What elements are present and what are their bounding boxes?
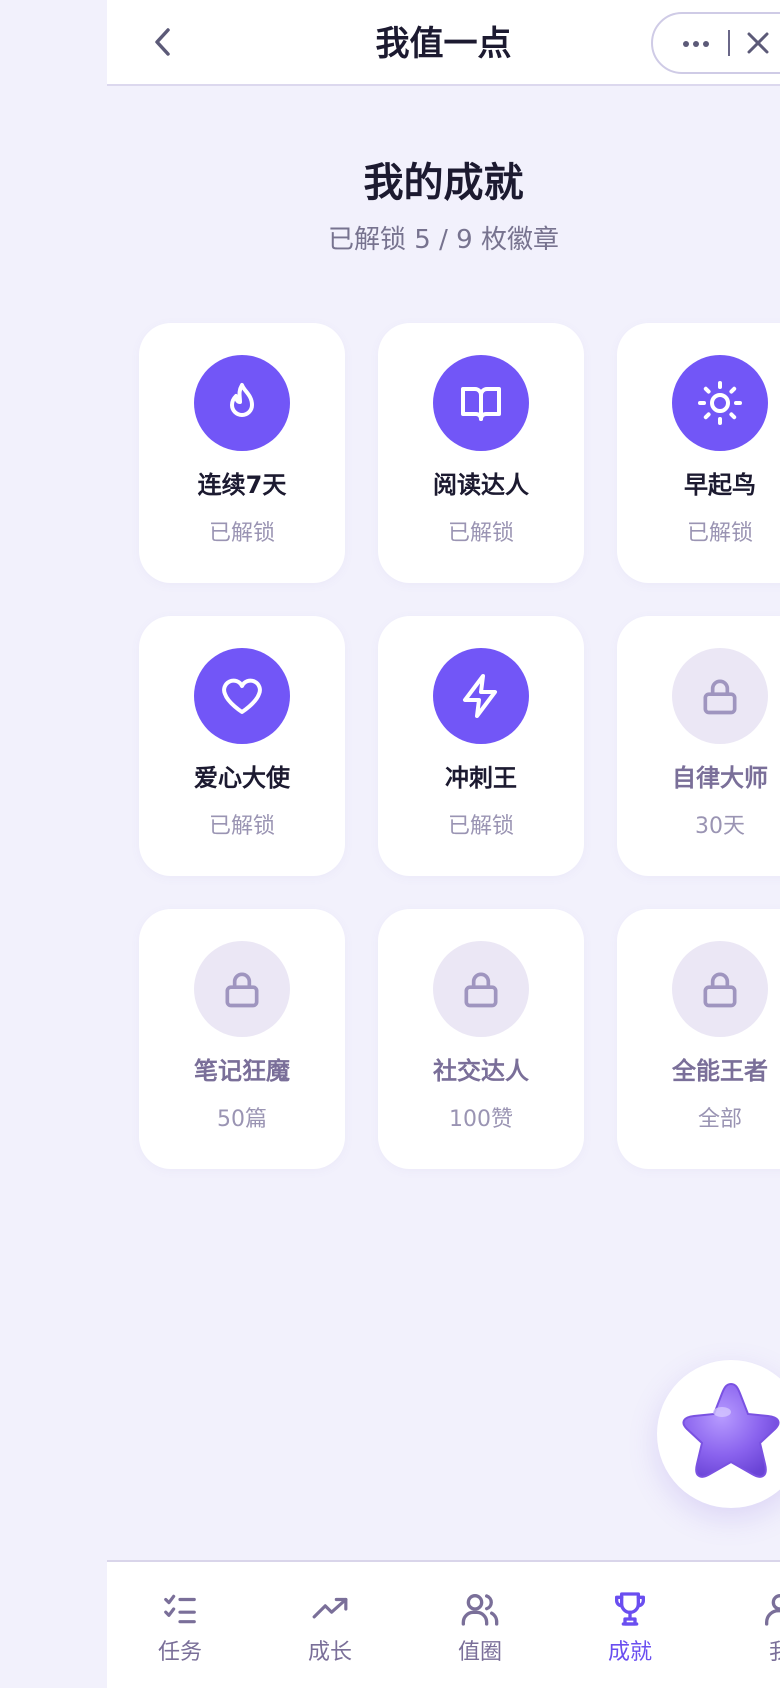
badge-card-sprint-king[interactable]: 冲刺王 已解锁	[378, 616, 584, 876]
badge-card-self-discipline-master[interactable]: 自律大师 30天	[617, 616, 780, 876]
checklist-icon	[164, 1594, 196, 1624]
tab-label: 成就	[607, 1640, 652, 1665]
more-button[interactable]	[683, 34, 709, 58]
tab-label: 我	[768, 1640, 780, 1665]
badge-icon-circle	[194, 941, 290, 1037]
capsule-divider	[728, 30, 730, 56]
book-icon	[461, 387, 501, 421]
badge-status: 已解锁	[686, 521, 753, 546]
user-icon	[765, 1594, 780, 1626]
bottom-tab-bar: 任务 成长 值圈 成就 我	[107, 1560, 780, 1688]
trophy-icon	[615, 1592, 645, 1626]
sun-icon	[698, 381, 742, 425]
badge-status: 已解锁	[208, 814, 275, 839]
badge-name: 阅读达人	[433, 471, 529, 499]
badge-icon-circle	[433, 941, 529, 1037]
tab-growth[interactable]: 成长	[285, 1588, 375, 1668]
star-icon	[682, 1382, 780, 1478]
badge-status: 50篇	[217, 1107, 267, 1132]
badge-card-social-master[interactable]: 社交达人 100赞	[378, 909, 584, 1169]
lightning-icon	[463, 674, 497, 718]
badge-status: 100赞	[449, 1107, 513, 1132]
badge-name: 自律大师	[672, 764, 768, 792]
lock-icon	[703, 679, 737, 715]
badge-icon-circle	[672, 941, 768, 1037]
badge-name: 社交达人	[433, 1057, 529, 1085]
mini-program-capsule	[651, 12, 780, 74]
badge-status: 已解锁	[208, 521, 275, 546]
tab-label: 值圈	[457, 1640, 502, 1665]
flame-icon	[230, 383, 254, 417]
badge-name: 冲刺王	[445, 764, 517, 792]
badge-name: 早起鸟	[684, 471, 756, 499]
page-title: 我的成就	[363, 160, 524, 206]
badge-icon-circle	[194, 648, 290, 744]
badge-icon-circle	[672, 355, 768, 451]
badge-status: 30天	[695, 814, 745, 839]
more-icon	[683, 41, 709, 47]
badge-name: 爱心大使	[194, 764, 290, 792]
badge-card-early-bird[interactable]: 早起鸟 已解锁	[617, 323, 780, 583]
badge-card-note-maniac[interactable]: 笔记狂魔 50篇	[139, 909, 345, 1169]
floating-star-button[interactable]	[657, 1360, 780, 1508]
tab-label: 任务	[157, 1640, 202, 1665]
badge-icon-circle	[672, 648, 768, 744]
badge-status: 已解锁	[447, 814, 514, 839]
badge-icon-circle	[433, 355, 529, 451]
tab-circle[interactable]: 值圈	[435, 1588, 525, 1668]
badge-status: 已解锁	[447, 521, 514, 546]
close-button[interactable]	[746, 31, 770, 59]
app-frame: 我值一点 我的成就 已解锁 5 / 9 枚徽章 连续7天 已解锁 阅读达人 已解…	[107, 0, 780, 1688]
trending-up-icon	[312, 1597, 348, 1619]
close-icon	[747, 32, 769, 54]
users-icon	[461, 1594, 499, 1626]
badge-card-love-ambassador[interactable]: 爱心大使 已解锁	[139, 616, 345, 876]
badge-card-streak-7-days[interactable]: 连续7天 已解锁	[139, 323, 345, 583]
heart-icon	[222, 678, 262, 714]
badge-name: 全能王者	[672, 1057, 768, 1085]
lock-icon	[464, 972, 498, 1008]
lock-icon	[225, 972, 259, 1008]
navigation-bar: 我值一点	[107, 0, 780, 86]
tab-me[interactable]: 我	[735, 1588, 780, 1668]
lock-icon	[703, 972, 737, 1008]
badge-card-all-round-king[interactable]: 全能王者 全部	[617, 909, 780, 1169]
badge-name: 笔记狂魔	[194, 1057, 290, 1085]
badge-icon-circle	[194, 355, 290, 451]
tab-label: 成长	[307, 1640, 352, 1665]
badge-grid: 连续7天 已解锁 阅读达人 已解锁 早起鸟 已解锁 爱心大使 已解锁 冲刺王 已…	[139, 323, 780, 1169]
badge-card-reading-master[interactable]: 阅读达人 已解锁	[378, 323, 584, 583]
badge-name: 连续7天	[197, 471, 287, 499]
unlock-summary: 已解锁 5 / 9 枚徽章	[328, 225, 559, 255]
tab-tasks[interactable]: 任务	[135, 1588, 225, 1668]
tab-achievements[interactable]: 成就	[585, 1588, 675, 1668]
badge-status: 全部	[697, 1107, 742, 1132]
badge-icon-circle	[433, 648, 529, 744]
